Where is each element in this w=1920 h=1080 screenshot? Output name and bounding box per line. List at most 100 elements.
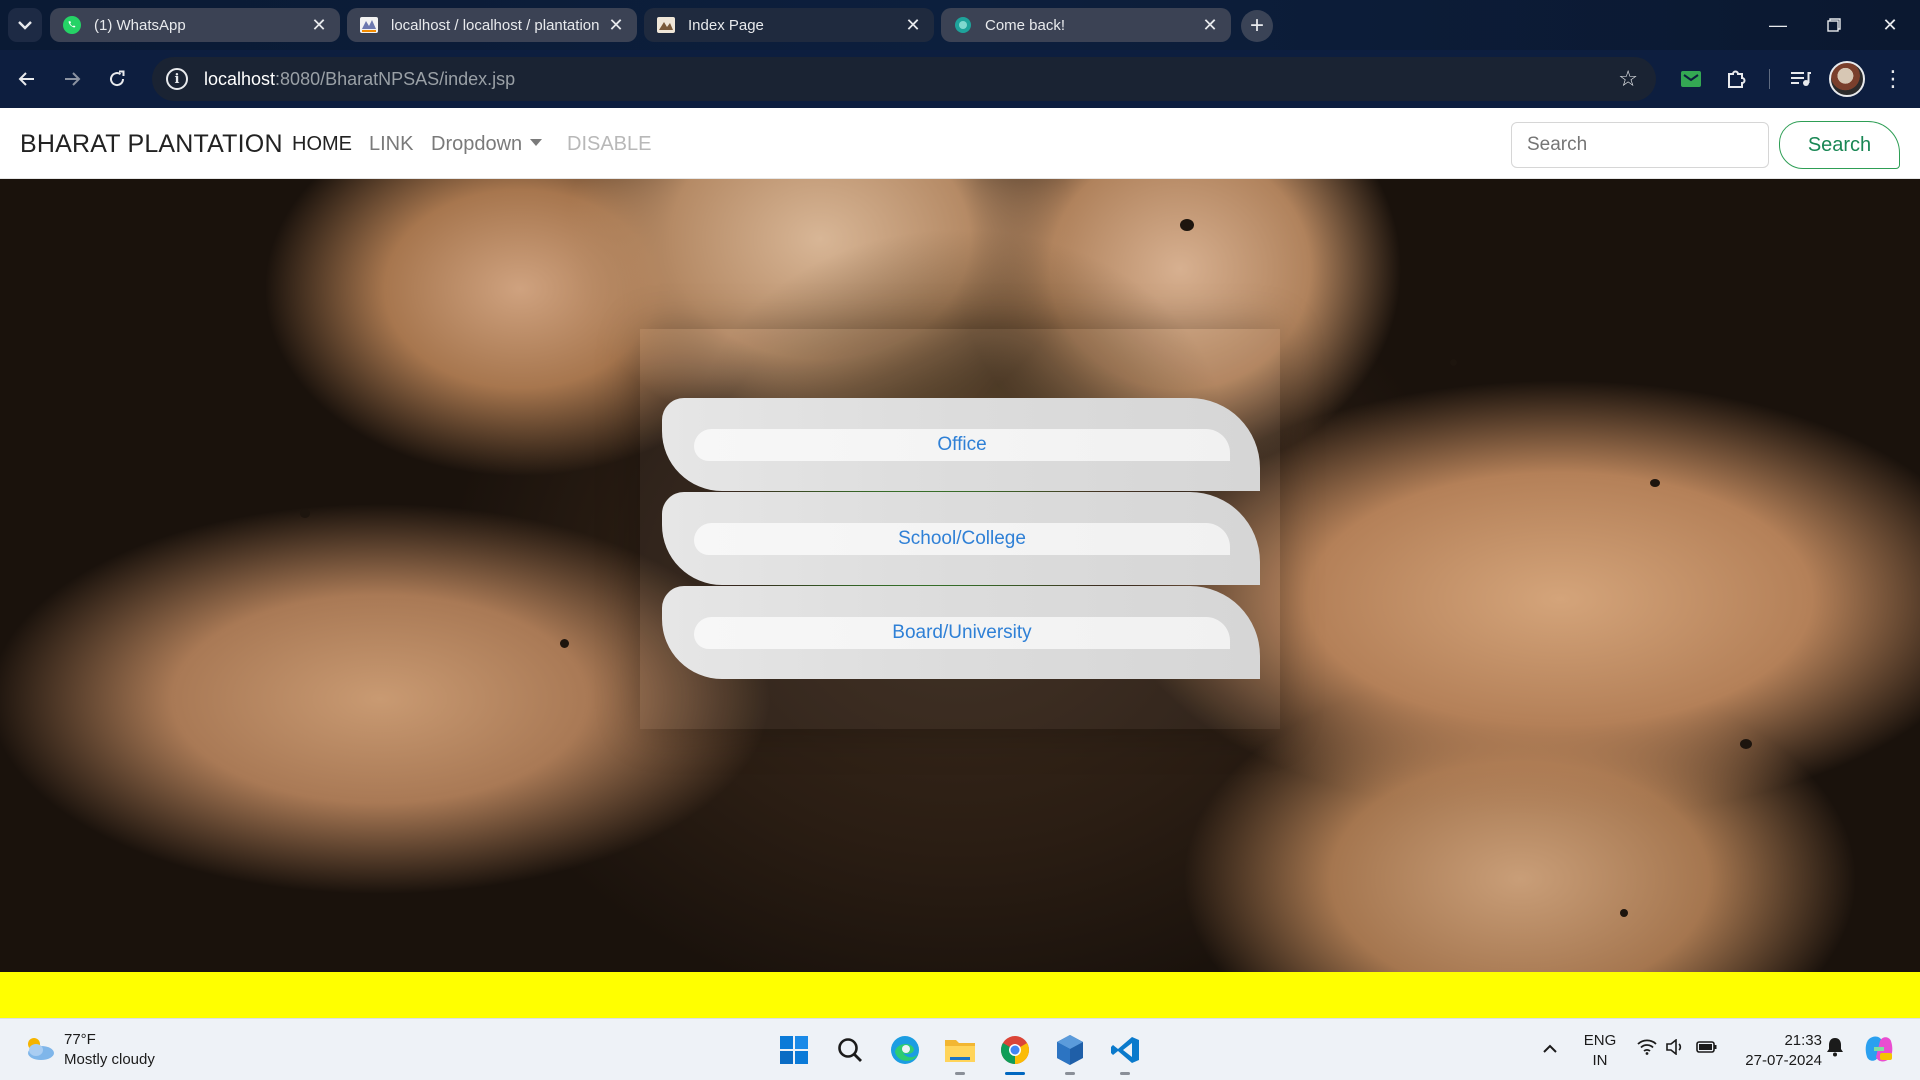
taskbar-file-explorer[interactable] (941, 1031, 979, 1075)
browser-tab-strip: (1) WhatsApp ✕ localhost / localhost / p… (0, 0, 1920, 50)
address-bar[interactable]: i localhost:8080/BharatNPSAS/index.jsp ☆ (152, 57, 1656, 101)
show-hidden-icons-button[interactable] (1543, 1039, 1557, 1059)
search-icon (838, 1038, 862, 1062)
cloud-sun-icon[interactable] (22, 1033, 56, 1063)
tab-whatsapp[interactable]: (1) WhatsApp ✕ (50, 8, 340, 42)
tab-come-back[interactable]: Come back! ✕ (941, 8, 1231, 42)
tab-label: Index Page (688, 16, 764, 34)
reload-button[interactable] (100, 62, 134, 96)
edge-icon (891, 1036, 919, 1064)
tab-index-page[interactable]: Index Page ✕ (644, 8, 934, 42)
chevron-up-icon (1543, 1044, 1557, 1053)
playlist-icon (1791, 72, 1811, 86)
notification-bell-icon[interactable] (1826, 1037, 1844, 1062)
copilot-icon[interactable] (1864, 1035, 1894, 1068)
soil-speck (1620, 909, 1628, 917)
tab-label: (1) WhatsApp (94, 16, 186, 34)
window-close-button[interactable]: ✕ (1862, 0, 1918, 50)
vscode-icon (1111, 1037, 1139, 1063)
puzzle-icon (1728, 70, 1746, 88)
tab-label: Come back! (985, 16, 1066, 34)
windows-logo-icon (780, 1036, 808, 1064)
phpmyadmin-icon (360, 17, 378, 33)
taskbar-vscode[interactable] (1106, 1031, 1144, 1075)
forward-button[interactable] (55, 62, 89, 96)
site-navbar: BHARAT PLANTATION HOME LINK Dropdown DIS… (0, 108, 1920, 179)
wifi-icon[interactable] (1637, 1039, 1657, 1060)
start-button[interactable] (775, 1031, 813, 1069)
running-indicator (955, 1072, 965, 1075)
mail-extension-button[interactable] (1676, 64, 1706, 94)
nav-link[interactable]: LINK (369, 133, 413, 156)
option-card-school: School/College (662, 492, 1260, 585)
extensions-button[interactable] (1721, 64, 1751, 94)
arrow-right-icon (65, 72, 81, 86)
clock-time[interactable]: 21:33 (1732, 1032, 1822, 1049)
browser-toolbar: i localhost:8080/BharatNPSAS/index.jsp ☆… (0, 50, 1920, 108)
cube-icon (1057, 1035, 1083, 1065)
browser-menu-button[interactable]: ⋮ (1878, 64, 1908, 94)
weather-temperature[interactable]: 77°F (64, 1031, 96, 1048)
close-icon[interactable]: ✕ (310, 15, 328, 35)
arrow-left-icon (18, 72, 34, 86)
taskbar-search-button[interactable] (831, 1031, 869, 1069)
close-icon[interactable]: ✕ (1201, 15, 1219, 35)
site-brand[interactable]: BHARAT PLANTATION (20, 130, 283, 159)
minimize-icon: — (1769, 14, 1787, 35)
taskbar-chrome[interactable] (996, 1031, 1034, 1075)
school-college-button[interactable]: School/College (694, 523, 1230, 555)
soil-speck (300, 509, 310, 518)
tab-label: localhost / localhost / plantation (391, 16, 600, 34)
soil-speck (1650, 479, 1660, 487)
nav-dropdown[interactable]: Dropdown (431, 133, 543, 156)
profile-avatar[interactable] (1829, 61, 1865, 97)
restore-button[interactable] (1806, 0, 1862, 50)
more-vertical-icon: ⋮ (1882, 66, 1904, 91)
taskbar-edge[interactable] (886, 1031, 924, 1069)
folder-icon (945, 1040, 975, 1062)
battery-icon[interactable] (1696, 1039, 1718, 1060)
search-input[interactable] (1511, 122, 1769, 168)
mail-icon (1681, 71, 1701, 87)
running-indicator (1005, 1072, 1025, 1075)
globe-icon (955, 17, 971, 33)
clock-date[interactable]: 27-07-2024 (1732, 1052, 1822, 1069)
nav-dropdown-label: Dropdown (431, 133, 523, 155)
taskbar-virtualbox[interactable] (1051, 1031, 1089, 1075)
url-text: localhost:8080/BharatNPSAS/index.jsp (204, 68, 516, 89)
bookmark-star-icon[interactable]: ☆ (1618, 66, 1638, 92)
chevron-down-icon (18, 21, 32, 30)
office-button[interactable]: Office (694, 429, 1230, 461)
option-card-board: Board/University (662, 586, 1260, 679)
soil-speck (1740, 739, 1752, 749)
close-icon[interactable]: ✕ (904, 15, 922, 35)
minimize-button[interactable]: — (1750, 0, 1806, 50)
toolbar-divider (1769, 69, 1770, 89)
board-university-button[interactable]: Board/University (694, 617, 1230, 649)
soil-speck (560, 639, 569, 648)
language-region[interactable]: IN (1583, 1052, 1617, 1069)
close-icon[interactable]: ✕ (607, 15, 625, 35)
new-tab-button[interactable]: + (1241, 10, 1273, 42)
page-viewport: BHARAT PLANTATION HOME LINK Dropdown DIS… (0, 108, 1920, 1018)
hero-background-image: Office School/College Board/University (0, 179, 1920, 972)
nav-home[interactable]: HOME (292, 133, 352, 156)
language-code[interactable]: ENG (1583, 1032, 1617, 1049)
chrome-icon (1001, 1036, 1029, 1064)
tab-search-button[interactable] (8, 8, 42, 42)
nav-disable: DISABLE (567, 133, 652, 155)
soil-speck (1450, 359, 1457, 366)
site-info-icon[interactable]: i (166, 68, 188, 90)
option-card-office: Office (662, 398, 1260, 491)
back-button[interactable] (10, 62, 44, 96)
media-control-button[interactable] (1786, 64, 1816, 94)
restore-icon (1827, 18, 1841, 32)
plus-icon: + (1249, 12, 1264, 39)
volume-icon[interactable] (1666, 1038, 1684, 1060)
whatsapp-icon (63, 16, 81, 34)
tab-phpmyadmin[interactable]: localhost / localhost / plantation ✕ (347, 8, 637, 42)
search-button[interactable]: Search (1779, 121, 1900, 169)
weather-description[interactable]: Mostly cloudy (64, 1051, 155, 1068)
close-icon: ✕ (1882, 14, 1898, 35)
os-taskbar: 77°F Mostly cloudy ENG IN 21:33 27-07-20… (0, 1018, 1920, 1080)
